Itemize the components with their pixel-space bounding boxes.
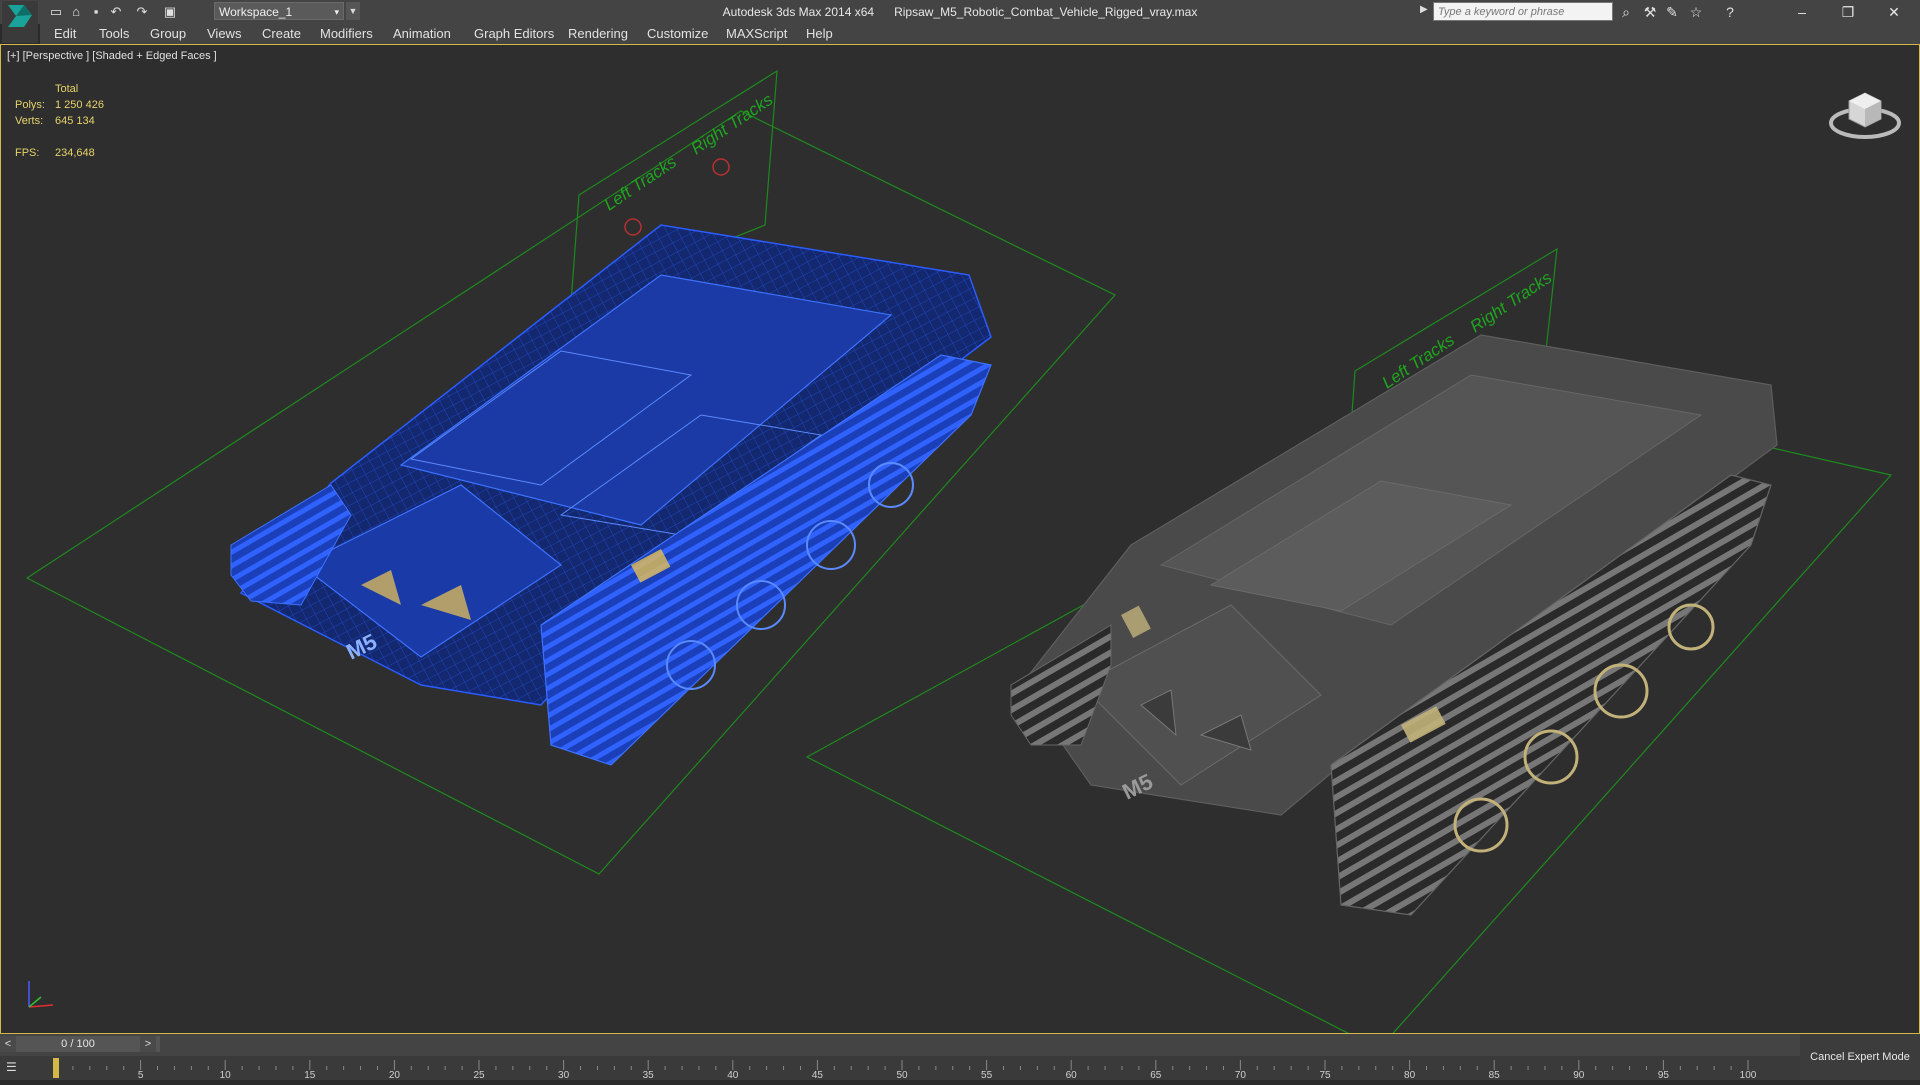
vehicle-shaded[interactable]: M5 xyxy=(1010,334,1778,916)
app-menu-button[interactable] xyxy=(2,1,38,43)
search-expand-icon[interactable]: ▶ xyxy=(1420,4,1428,15)
ruler-tick-label: 20 xyxy=(389,1070,401,1080)
minimize-icon[interactable]: – xyxy=(1780,0,1824,24)
time-slider[interactable]: < 0 / 100 > xyxy=(0,1036,160,1052)
project-folder-icon[interactable]: ▣ xyxy=(160,2,180,22)
close-icon[interactable]: ✕ xyxy=(1872,0,1916,24)
time-slider-frame: 0 / 100 xyxy=(61,1038,95,1050)
track-bar[interactable]: 0510152025303540455055606570758085909510… xyxy=(0,1056,1800,1081)
current-frame-marker[interactable] xyxy=(53,1058,59,1078)
ruler-tick-label: 55 xyxy=(981,1070,993,1080)
frame-ruler: 0510152025303540455055606570758085909510… xyxy=(53,1058,1757,1081)
ruler-tick-label: 85 xyxy=(1489,1070,1501,1080)
open-file-icon[interactable]: ⌂ xyxy=(66,2,86,22)
ruler-tick-label: 70 xyxy=(1235,1070,1247,1080)
ruler-tick-label: 30 xyxy=(558,1070,570,1080)
favorites-star-icon[interactable]: ☆ xyxy=(1686,2,1706,22)
menu-modifiers[interactable]: Modifiers xyxy=(320,24,373,44)
menu-graph-editors[interactable]: Graph Editors xyxy=(474,24,554,44)
menu-bar: Edit Tools Group Views Create Modifiers … xyxy=(40,24,1920,44)
ruler-tick-label: 65 xyxy=(1150,1070,1162,1080)
menu-create[interactable]: Create xyxy=(262,24,301,44)
track-marker-icon xyxy=(624,218,642,236)
menu-views[interactable]: Views xyxy=(207,24,241,44)
subscription-icon[interactable]: ⚒ xyxy=(1640,2,1660,22)
ruler-tick-label: 100 xyxy=(1740,1070,1757,1080)
3dsmax-logo-icon xyxy=(8,5,32,27)
save-file-icon[interactable]: ▪ xyxy=(86,2,106,22)
axis-tripod-icon xyxy=(28,981,54,1008)
chevron-down-icon: ▾ xyxy=(334,7,339,17)
redo-icon[interactable]: ↷ xyxy=(132,2,152,22)
menu-animation[interactable]: Animation xyxy=(393,24,451,44)
right-tracks-label-2: Right Tracks xyxy=(1467,268,1556,337)
quick-access-more-icon[interactable]: ▼ xyxy=(346,2,360,20)
ruler-tick-label: 5 xyxy=(138,1070,144,1080)
title-bar: ▭ ⌂ ▪ ↶ ↷ ▣ Workspace_1 ▾ ▼ Autodesk 3ds… xyxy=(0,0,1920,43)
menu-tools[interactable]: Tools xyxy=(99,24,129,44)
ruler-tick-label: 80 xyxy=(1404,1070,1416,1080)
ruler-tick-label: 75 xyxy=(1319,1070,1331,1080)
menu-maxscript[interactable]: MAXScript xyxy=(726,24,787,44)
workspace-dropdown[interactable]: Workspace_1 ▾ xyxy=(214,2,344,20)
left-tracks-label-1: Left Tracks xyxy=(601,152,681,214)
time-slider-prev[interactable]: < xyxy=(0,1036,16,1052)
menu-group[interactable]: Group xyxy=(150,24,186,44)
timeline: < 0 / 100 > 0510152025303540455055606570… xyxy=(0,1034,1800,1081)
track-marker-icon xyxy=(712,158,730,176)
perspective-viewport[interactable]: [+] [Perspective ] [Shaded + Edged Faces… xyxy=(0,44,1920,1034)
right-tracks-label-1: Right Tracks xyxy=(688,90,777,159)
menu-customize[interactable]: Customize xyxy=(647,24,708,44)
workspace-label: Workspace_1 xyxy=(219,5,293,19)
ruler-tick-label: 45 xyxy=(812,1070,824,1080)
file-name: Ripsaw_M5_Robotic_Combat_Vehicle_Rigged_… xyxy=(894,5,1198,19)
scene-render: Left Tracks Right Tracks M5 Left Tracks … xyxy=(25,69,1893,1033)
ruler-tick-label: 10 xyxy=(220,1070,232,1080)
ruler-tick-label: 95 xyxy=(1658,1070,1670,1080)
ruler-tick-label: 15 xyxy=(304,1070,316,1080)
menu-edit[interactable]: Edit xyxy=(54,24,76,44)
menu-help[interactable]: Help xyxy=(806,24,833,44)
communication-icon[interactable]: ✎ xyxy=(1662,2,1682,22)
ruler-tick-label: 40 xyxy=(727,1070,739,1080)
cancel-expert-mode-button[interactable]: Cancel Expert Mode xyxy=(1800,1034,1920,1080)
undo-icon[interactable]: ↶ xyxy=(106,2,126,22)
new-file-icon[interactable]: ▭ xyxy=(46,2,66,22)
time-slider-next[interactable]: > xyxy=(140,1036,156,1052)
search-input[interactable]: Type a keyword or phrase xyxy=(1433,2,1613,21)
restore-icon[interactable]: ❐ xyxy=(1826,0,1870,24)
app-title: Autodesk 3ds Max 2014 x64 xyxy=(722,5,875,19)
ruler-tick-label: 50 xyxy=(896,1070,908,1080)
ruler-tick-label: 90 xyxy=(1573,1070,1585,1080)
ruler-tick-label: 25 xyxy=(473,1070,485,1080)
ruler-tick-label: 60 xyxy=(1066,1070,1078,1080)
mini-curve-editor-icon[interactable]: ☰ xyxy=(6,1060,30,1078)
help-icon[interactable]: ? xyxy=(1720,2,1740,22)
vehicle-wireframe[interactable]: M5 xyxy=(230,224,992,766)
viewcube-icon[interactable] xyxy=(1827,77,1903,143)
binoculars-icon[interactable]: ⌕ xyxy=(1616,2,1636,22)
menu-rendering[interactable]: Rendering xyxy=(568,24,628,44)
ruler-tick-label: 35 xyxy=(643,1070,655,1080)
